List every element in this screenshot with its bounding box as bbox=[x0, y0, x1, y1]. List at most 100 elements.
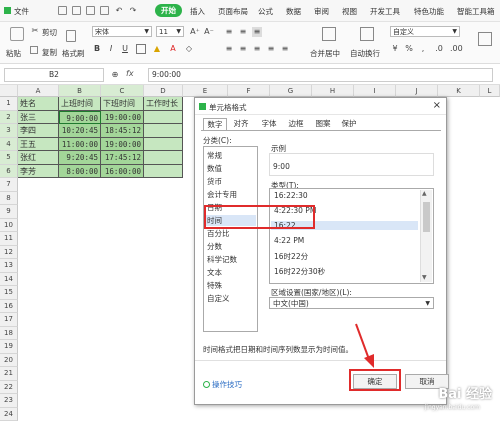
scroll-down-icon[interactable]: ▼ bbox=[422, 274, 427, 281]
column-header-d[interactable]: D bbox=[144, 85, 183, 97]
category-item[interactable]: 数值 bbox=[207, 163, 222, 174]
font-size-select[interactable]: 11 ▼ bbox=[156, 26, 184, 37]
category-item[interactable]: 常规 bbox=[207, 150, 222, 161]
table-style-icon[interactable] bbox=[478, 32, 492, 46]
tab-protection[interactable]: 保护 bbox=[337, 118, 361, 130]
font-color-icon[interactable]: A bbox=[168, 44, 178, 54]
category-item[interactable]: 特殊 bbox=[207, 280, 222, 291]
tab-alignment[interactable]: 对齐 bbox=[229, 118, 253, 130]
type-item[interactable]: 16时22分30秒 bbox=[274, 266, 325, 277]
row-header[interactable]: 22 bbox=[0, 380, 18, 394]
number-format-select[interactable]: 自定义 ▼ bbox=[390, 26, 460, 37]
bold-button[interactable]: B bbox=[92, 44, 102, 54]
name-box[interactable]: B2 bbox=[4, 68, 104, 82]
row-header[interactable]: 5 bbox=[0, 151, 18, 165]
table-header-name[interactable]: 姓名 bbox=[18, 97, 59, 111]
table-cell[interactable]: 王五 bbox=[18, 137, 59, 151]
tab-number[interactable]: 数字 bbox=[203, 118, 227, 130]
paste-button[interactable]: 粘贴 bbox=[6, 48, 21, 59]
row-header[interactable]: 9 bbox=[0, 205, 18, 219]
undo-icon[interactable]: ↶ bbox=[114, 6, 124, 16]
table-cell[interactable] bbox=[144, 164, 183, 178]
percent-icon[interactable]: % bbox=[404, 44, 414, 54]
tab-developer[interactable]: 开发工具 bbox=[370, 6, 400, 17]
italic-button[interactable]: I bbox=[106, 44, 116, 54]
save-icon[interactable] bbox=[58, 6, 67, 15]
merge-center-button[interactable]: 合并居中 bbox=[310, 48, 340, 59]
row-header[interactable]: 1 bbox=[0, 97, 18, 111]
type-list[interactable]: 16:22:30 4:22:30 PM 16:22 4:22 PM 16时22分… bbox=[269, 188, 434, 284]
table-cell[interactable]: 16:00:00 bbox=[101, 164, 144, 178]
column-header-h[interactable]: H bbox=[312, 85, 354, 97]
type-list-scrollbar[interactable]: ▲ ▼ bbox=[420, 190, 432, 282]
category-item[interactable]: 文本 bbox=[207, 267, 222, 278]
column-header-k[interactable]: K bbox=[438, 85, 480, 97]
decrease-decimal-icon[interactable]: .00 bbox=[450, 44, 463, 54]
print-icon[interactable] bbox=[72, 6, 81, 15]
row-header[interactable]: 18 bbox=[0, 326, 18, 340]
app-menu-icon[interactable] bbox=[4, 7, 11, 14]
category-item[interactable]: 分数 bbox=[207, 241, 222, 252]
wrap-text-icon[interactable] bbox=[360, 27, 374, 41]
close-icon[interactable]: × bbox=[433, 100, 441, 111]
corner-select-all[interactable] bbox=[0, 85, 18, 97]
row-header[interactable]: 4 bbox=[0, 137, 18, 151]
fx-icon[interactable]: fx bbox=[126, 69, 134, 78]
eraser-icon[interactable]: ◇ bbox=[184, 44, 194, 54]
table-cell[interactable]: 李四 bbox=[18, 124, 59, 138]
row-header[interactable]: 3 bbox=[0, 124, 18, 138]
scissors-icon[interactable]: ✂ bbox=[30, 26, 40, 36]
export-icon[interactable] bbox=[100, 6, 109, 15]
row-header[interactable]: 7 bbox=[0, 178, 18, 192]
type-item[interactable]: 4:22 PM bbox=[274, 236, 304, 245]
increase-decimal-icon[interactable]: .0 bbox=[434, 44, 444, 54]
row-header[interactable]: 16 bbox=[0, 299, 18, 313]
row-header[interactable]: 12 bbox=[0, 245, 18, 259]
table-cell[interactable]: 李芳 bbox=[18, 164, 59, 178]
column-header-l[interactable]: L bbox=[480, 85, 500, 97]
table-cell[interactable]: 19:00:00 bbox=[101, 137, 144, 151]
merge-center-icon[interactable] bbox=[322, 27, 336, 41]
table-cell[interactable]: 9:00:00 bbox=[59, 110, 101, 124]
copy-button[interactable]: 复制 bbox=[42, 47, 57, 58]
font-shrink-icon[interactable]: A⁻ bbox=[204, 27, 214, 37]
row-header[interactable]: 20 bbox=[0, 353, 18, 367]
copy-icon[interactable] bbox=[30, 46, 38, 54]
tab-formulas[interactable]: 公式 bbox=[258, 6, 273, 17]
column-header-e[interactable]: E bbox=[183, 85, 228, 97]
row-header[interactable]: 14 bbox=[0, 272, 18, 286]
table-header-start[interactable]: 上班时间 bbox=[59, 97, 101, 111]
file-menu[interactable]: 文件 bbox=[14, 6, 29, 17]
category-item[interactable]: 科学记数 bbox=[207, 254, 237, 265]
row-header[interactable]: 2 bbox=[0, 110, 18, 124]
type-item[interactable]: 16:22:30 bbox=[274, 191, 308, 200]
distributed-icon[interactable]: ≡ bbox=[280, 44, 290, 54]
align-bottom-icon[interactable]: ≡ bbox=[252, 27, 262, 37]
align-middle-icon[interactable]: ≡ bbox=[238, 27, 248, 37]
tab-view[interactable]: 视图 bbox=[342, 6, 357, 17]
fill-color-icon[interactable]: ▲ bbox=[152, 44, 162, 54]
tips-link[interactable]: 操作技巧 bbox=[203, 379, 242, 390]
redo-icon[interactable]: ↷ bbox=[128, 6, 138, 16]
currency-icon[interactable]: ¥ bbox=[390, 44, 400, 54]
table-cell[interactable]: 9:20:45 bbox=[59, 151, 101, 165]
tab-smart-toolbox[interactable]: 智能工具箱 bbox=[457, 6, 495, 17]
tab-review[interactable]: 审阅 bbox=[314, 6, 329, 17]
font-grow-icon[interactable]: A⁺ bbox=[190, 27, 200, 37]
wrap-text-button[interactable]: 自动换行 bbox=[350, 48, 380, 59]
row-header[interactable]: 13 bbox=[0, 259, 18, 273]
justify-icon[interactable]: ≡ bbox=[266, 44, 276, 54]
font-name-select[interactable]: 宋体 ▼ bbox=[92, 26, 152, 37]
tab-data[interactable]: 数据 bbox=[286, 6, 301, 17]
row-header[interactable]: 19 bbox=[0, 340, 18, 354]
row-header[interactable]: 11 bbox=[0, 232, 18, 246]
category-item[interactable]: 百分比 bbox=[207, 228, 230, 239]
table-cell[interactable] bbox=[144, 151, 183, 165]
table-header-duration[interactable]: 工作时长 bbox=[144, 97, 183, 111]
table-cell[interactable] bbox=[144, 137, 183, 151]
format-painter-icon[interactable] bbox=[66, 30, 76, 42]
zoom-icon[interactable]: ⊕ bbox=[110, 70, 120, 80]
table-header-end[interactable]: 下班时间 bbox=[101, 97, 144, 111]
row-header[interactable]: 21 bbox=[0, 367, 18, 381]
tab-home[interactable]: 开始 bbox=[155, 4, 182, 17]
